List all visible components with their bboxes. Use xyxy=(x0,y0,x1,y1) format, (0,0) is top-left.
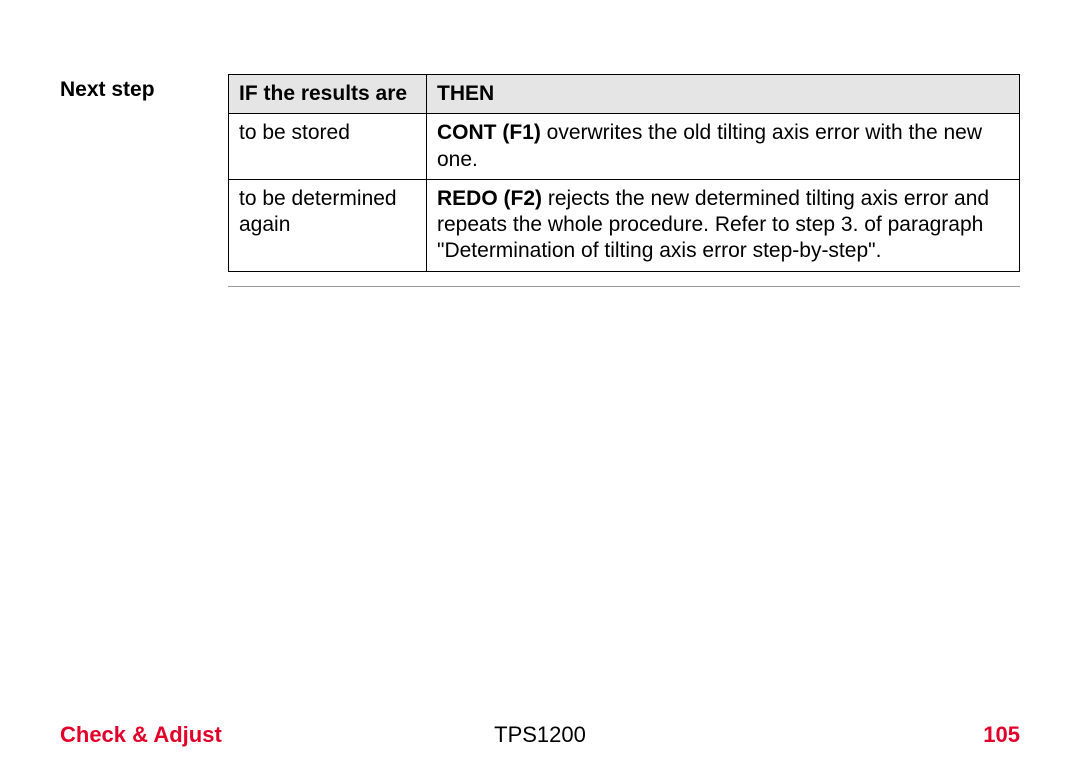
decision-table: IF the results are THEN to be stored CON… xyxy=(228,74,1020,272)
cell-then: CONT (F1) overwrites the old tilting axi… xyxy=(427,114,1020,180)
page-footer: Check & Adjust TPS1200 105 xyxy=(60,722,1020,748)
content-area: Next step IF the results are THEN to be … xyxy=(60,74,1020,287)
section-divider xyxy=(228,286,1020,287)
table-header-row: IF the results are THEN xyxy=(229,75,1020,114)
table-row: to be determined again REDO (F2) rejects… xyxy=(229,179,1020,271)
header-then: THEN xyxy=(427,75,1020,114)
then-key: REDO (F2) xyxy=(437,187,542,210)
section-label: Next step xyxy=(60,74,220,102)
then-key: CONT (F1) xyxy=(437,121,541,144)
document-page: Next step IF the results are THEN to be … xyxy=(0,0,1080,766)
table-row: to be stored CONT (F1) overwrites the ol… xyxy=(229,114,1020,180)
table-container: IF the results are THEN to be stored CON… xyxy=(228,74,1020,287)
header-if: IF the results are xyxy=(229,75,427,114)
footer-device-name: TPS1200 xyxy=(494,722,586,748)
footer-page-number: 105 xyxy=(983,722,1020,748)
cell-then: REDO (F2) rejects the new determined til… xyxy=(427,179,1020,271)
cell-if: to be determined again xyxy=(229,179,427,271)
cell-if: to be stored xyxy=(229,114,427,180)
footer-section-title: Check & Adjust xyxy=(60,722,222,748)
